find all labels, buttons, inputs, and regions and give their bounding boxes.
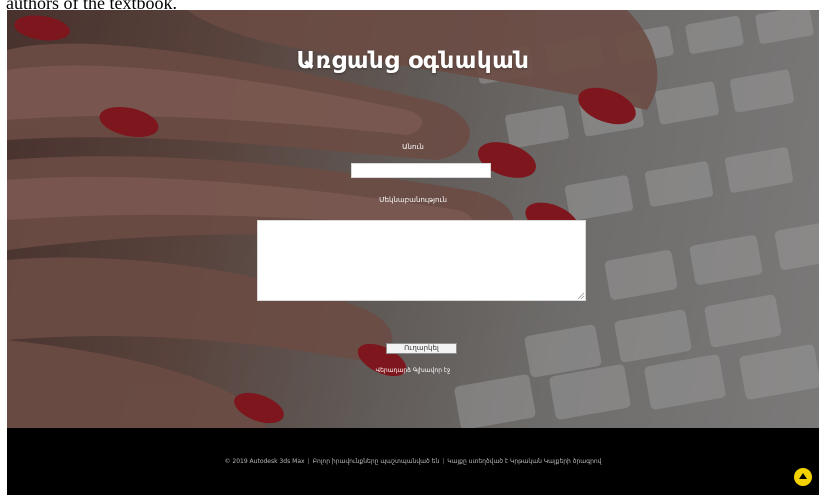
- name-field[interactable]: [351, 163, 491, 178]
- footer-link-rights[interactable]: Բոլոր իրավունքները պաշտպանված են: [313, 458, 440, 465]
- footer: © 2019 Autodesk 3ds Max | Բոլոր իրավունքնե…: [7, 428, 819, 495]
- send-button[interactable]: Ուղարկել: [386, 343, 457, 354]
- name-label: Անուն: [402, 143, 424, 151]
- footer-separator: |: [442, 458, 445, 465]
- footer-link-created[interactable]: Կայքը ստեղծված է Կրթական Կայքերի ծրագրով: [447, 458, 601, 465]
- back-home-link[interactable]: Վերադարձ Գլխավոր էջ: [7, 367, 819, 374]
- copyright-text: © 2019 Autodesk 3ds Max: [224, 458, 305, 465]
- page-title: Առցանց օգնական: [296, 48, 530, 74]
- scroll-top-button[interactable]: [794, 468, 812, 486]
- comment-textarea[interactable]: [257, 220, 586, 301]
- arrow-up-icon: [799, 473, 807, 479]
- page-frame: Առցանց օգնական Անուն Մեկնաբանություն Ուղ…: [7, 10, 819, 495]
- hero-background: Առցանց օգնական Անուն Մեկնաբանություն Ուղ…: [7, 10, 819, 428]
- footer-text: © 2019 Autodesk 3ds Max | Բոլոր իրավունքնե…: [7, 458, 819, 465]
- resize-grip-icon[interactable]: [577, 292, 585, 300]
- page-caption: authors of the textbook.: [6, 0, 177, 10]
- comment-label: Մեկնաբանություն: [379, 196, 447, 204]
- footer-separator: |: [307, 458, 310, 465]
